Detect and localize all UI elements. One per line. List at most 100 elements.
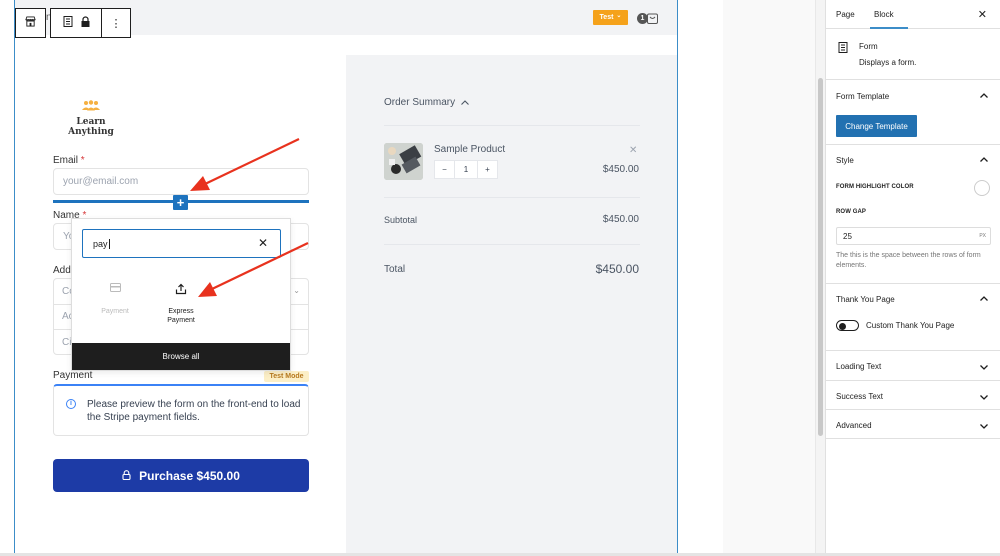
email-label-text: Email bbox=[53, 155, 79, 166]
logo-line-1: Learn bbox=[76, 117, 106, 127]
test-mode-badge: Test Mode bbox=[264, 371, 309, 382]
row-gap-value: 25 bbox=[843, 231, 852, 241]
total-value: $450.00 bbox=[595, 262, 639, 276]
search-value: pay bbox=[93, 238, 108, 249]
inserter-item-express-payment[interactable]: Express Payment bbox=[151, 283, 211, 325]
panel-title: Advanced bbox=[836, 421, 872, 430]
share-upload-icon bbox=[151, 283, 211, 297]
quantity-stepper: − 1 + bbox=[434, 160, 498, 179]
increase-quantity-button[interactable]: + bbox=[478, 161, 497, 178]
panel-form-template: Form Template Change Template bbox=[826, 81, 1000, 145]
divider bbox=[384, 125, 640, 126]
row-gap-unit[interactable]: PX bbox=[979, 233, 986, 239]
order-summary-title: Order Summary bbox=[384, 97, 456, 108]
purchase-label: Purchase $450.00 bbox=[139, 468, 240, 483]
required-mark: * bbox=[80, 155, 85, 166]
email-field[interactable]: your@email.com bbox=[53, 168, 309, 195]
block-parent-button[interactable] bbox=[15, 8, 46, 38]
decrease-quantity-button[interactable]: − bbox=[435, 161, 454, 178]
panel-style: Style FORM HIGHLIGHT COLOR ROW GAP 25 PX… bbox=[826, 145, 1000, 284]
payment-label: Payment bbox=[53, 370, 93, 381]
inserter-item-payment[interactable]: Payment bbox=[85, 283, 145, 316]
credit-card-icon bbox=[85, 283, 145, 297]
more-options-button[interactable]: ⋮ bbox=[102, 9, 130, 37]
email-label: Email * bbox=[53, 155, 85, 166]
subtotal-value: $450.00 bbox=[602, 214, 639, 225]
divider bbox=[384, 244, 640, 245]
block-toolbar: ⋮ bbox=[50, 8, 131, 38]
payment-notice: i Please preview the form on the front-e… bbox=[53, 384, 309, 436]
block-type-button[interactable] bbox=[51, 9, 101, 37]
chevron-up-icon bbox=[461, 100, 470, 105]
close-sidebar-button[interactable]: ✕ bbox=[978, 8, 987, 21]
inserter-item-label: Payment bbox=[101, 308, 129, 315]
lock-icon[interactable] bbox=[81, 16, 90, 30]
people-icon bbox=[82, 100, 100, 111]
chevron-down-icon bbox=[980, 362, 988, 372]
change-template-button[interactable]: Change Template bbox=[836, 115, 917, 137]
block-search-input[interactable]: pay ✕ bbox=[82, 229, 281, 258]
block-inserter-popover: pay ✕ Payment Express Payment Browse all bbox=[71, 218, 291, 371]
panel-success-text[interactable]: Success Text bbox=[826, 381, 1000, 410]
subtotal-label: Subtotal bbox=[384, 215, 418, 225]
chevron-down-icon: ⌄ bbox=[616, 13, 622, 19]
panel-title: Loading Text bbox=[836, 362, 882, 371]
row-gap-input[interactable]: 25 PX bbox=[836, 227, 991, 245]
total-label: Total bbox=[384, 264, 406, 275]
scrollbar-thumb[interactable] bbox=[818, 78, 823, 436]
editor-root: n ⋮ Test ⌄ 1 Learn Anything Email * your… bbox=[0, 0, 1000, 556]
canvas-scrollbar[interactable] bbox=[815, 0, 825, 553]
product-image bbox=[384, 143, 423, 180]
divider bbox=[384, 197, 640, 198]
product-name: Sample Product bbox=[434, 144, 506, 155]
inserter-item-label: Express Payment bbox=[167, 308, 195, 324]
test-label: Test bbox=[599, 14, 614, 21]
panel-thank-you-page: Thank You Page Custom Thank You Page bbox=[826, 284, 1000, 351]
block-card-description: Displays a form. bbox=[859, 58, 917, 67]
panel-title[interactable]: Form Template bbox=[836, 92, 889, 101]
highlight-color-picker[interactable] bbox=[974, 180, 990, 196]
cart-icon[interactable] bbox=[647, 11, 658, 24]
toggle-knob bbox=[839, 322, 846, 330]
panel-loading-text[interactable]: Loading Text bbox=[826, 351, 1000, 381]
order-summary: Order Summary Sample Product − 1 + ✕ $45… bbox=[346, 55, 677, 553]
insert-block-button[interactable]: + bbox=[173, 195, 188, 210]
custom-thank-you-label: Custom Thank You Page bbox=[866, 321, 955, 330]
block-card: Form Displays a form. bbox=[826, 29, 1000, 80]
logo-line-2: Anything bbox=[68, 127, 114, 137]
remove-product-button[interactable]: ✕ bbox=[629, 145, 637, 156]
chevron-up-icon[interactable] bbox=[980, 154, 988, 164]
payment-notice-text: Please preview the form on the front-end… bbox=[87, 399, 301, 423]
product-price: $450.00 bbox=[602, 164, 639, 175]
tab-page[interactable]: Page bbox=[836, 10, 855, 19]
panel-title[interactable]: Thank You Page bbox=[836, 295, 895, 304]
settings-sidebar: Page Block ✕ Form Displays a form. Form … bbox=[825, 0, 1000, 553]
order-summary-toggle[interactable]: Order Summary bbox=[384, 97, 470, 108]
chevron-up-icon[interactable] bbox=[980, 90, 988, 100]
store-icon bbox=[25, 14, 36, 32]
chevron-up-icon[interactable] bbox=[980, 293, 988, 303]
test-mode-dropdown[interactable]: Test ⌄ bbox=[593, 10, 628, 25]
chevron-down-icon: ⌄ bbox=[293, 286, 300, 295]
editor-canvas: n ⋮ Test ⌄ 1 Learn Anything Email * your… bbox=[0, 0, 825, 553]
quantity-input[interactable]: 1 bbox=[454, 161, 478, 178]
brand-logo: Learn Anything bbox=[68, 99, 114, 137]
clear-search-button[interactable]: ✕ bbox=[258, 236, 268, 250]
canvas-margin bbox=[723, 0, 818, 553]
lock-icon bbox=[122, 469, 131, 483]
custom-thank-you-toggle[interactable] bbox=[836, 320, 859, 331]
highlight-color-label: FORM HIGHLIGHT COLOR bbox=[836, 184, 914, 190]
panel-title: Success Text bbox=[836, 392, 883, 401]
sidebar-tabs: Page Block ✕ bbox=[826, 0, 1000, 29]
row-gap-label: ROW GAP bbox=[836, 209, 867, 215]
chevron-down-icon bbox=[980, 421, 988, 431]
row-gap-help: The this is the space between the rows o… bbox=[836, 252, 981, 269]
text-cursor bbox=[108, 238, 110, 249]
tab-block[interactable]: Block bbox=[874, 10, 894, 19]
form-icon bbox=[838, 40, 848, 58]
panel-advanced[interactable]: Advanced bbox=[826, 410, 1000, 439]
info-icon: i bbox=[66, 399, 76, 409]
browse-all-button[interactable]: Browse all bbox=[72, 343, 290, 370]
panel-title[interactable]: Style bbox=[836, 156, 854, 165]
purchase-button[interactable]: Purchase $450.00 bbox=[53, 459, 309, 492]
